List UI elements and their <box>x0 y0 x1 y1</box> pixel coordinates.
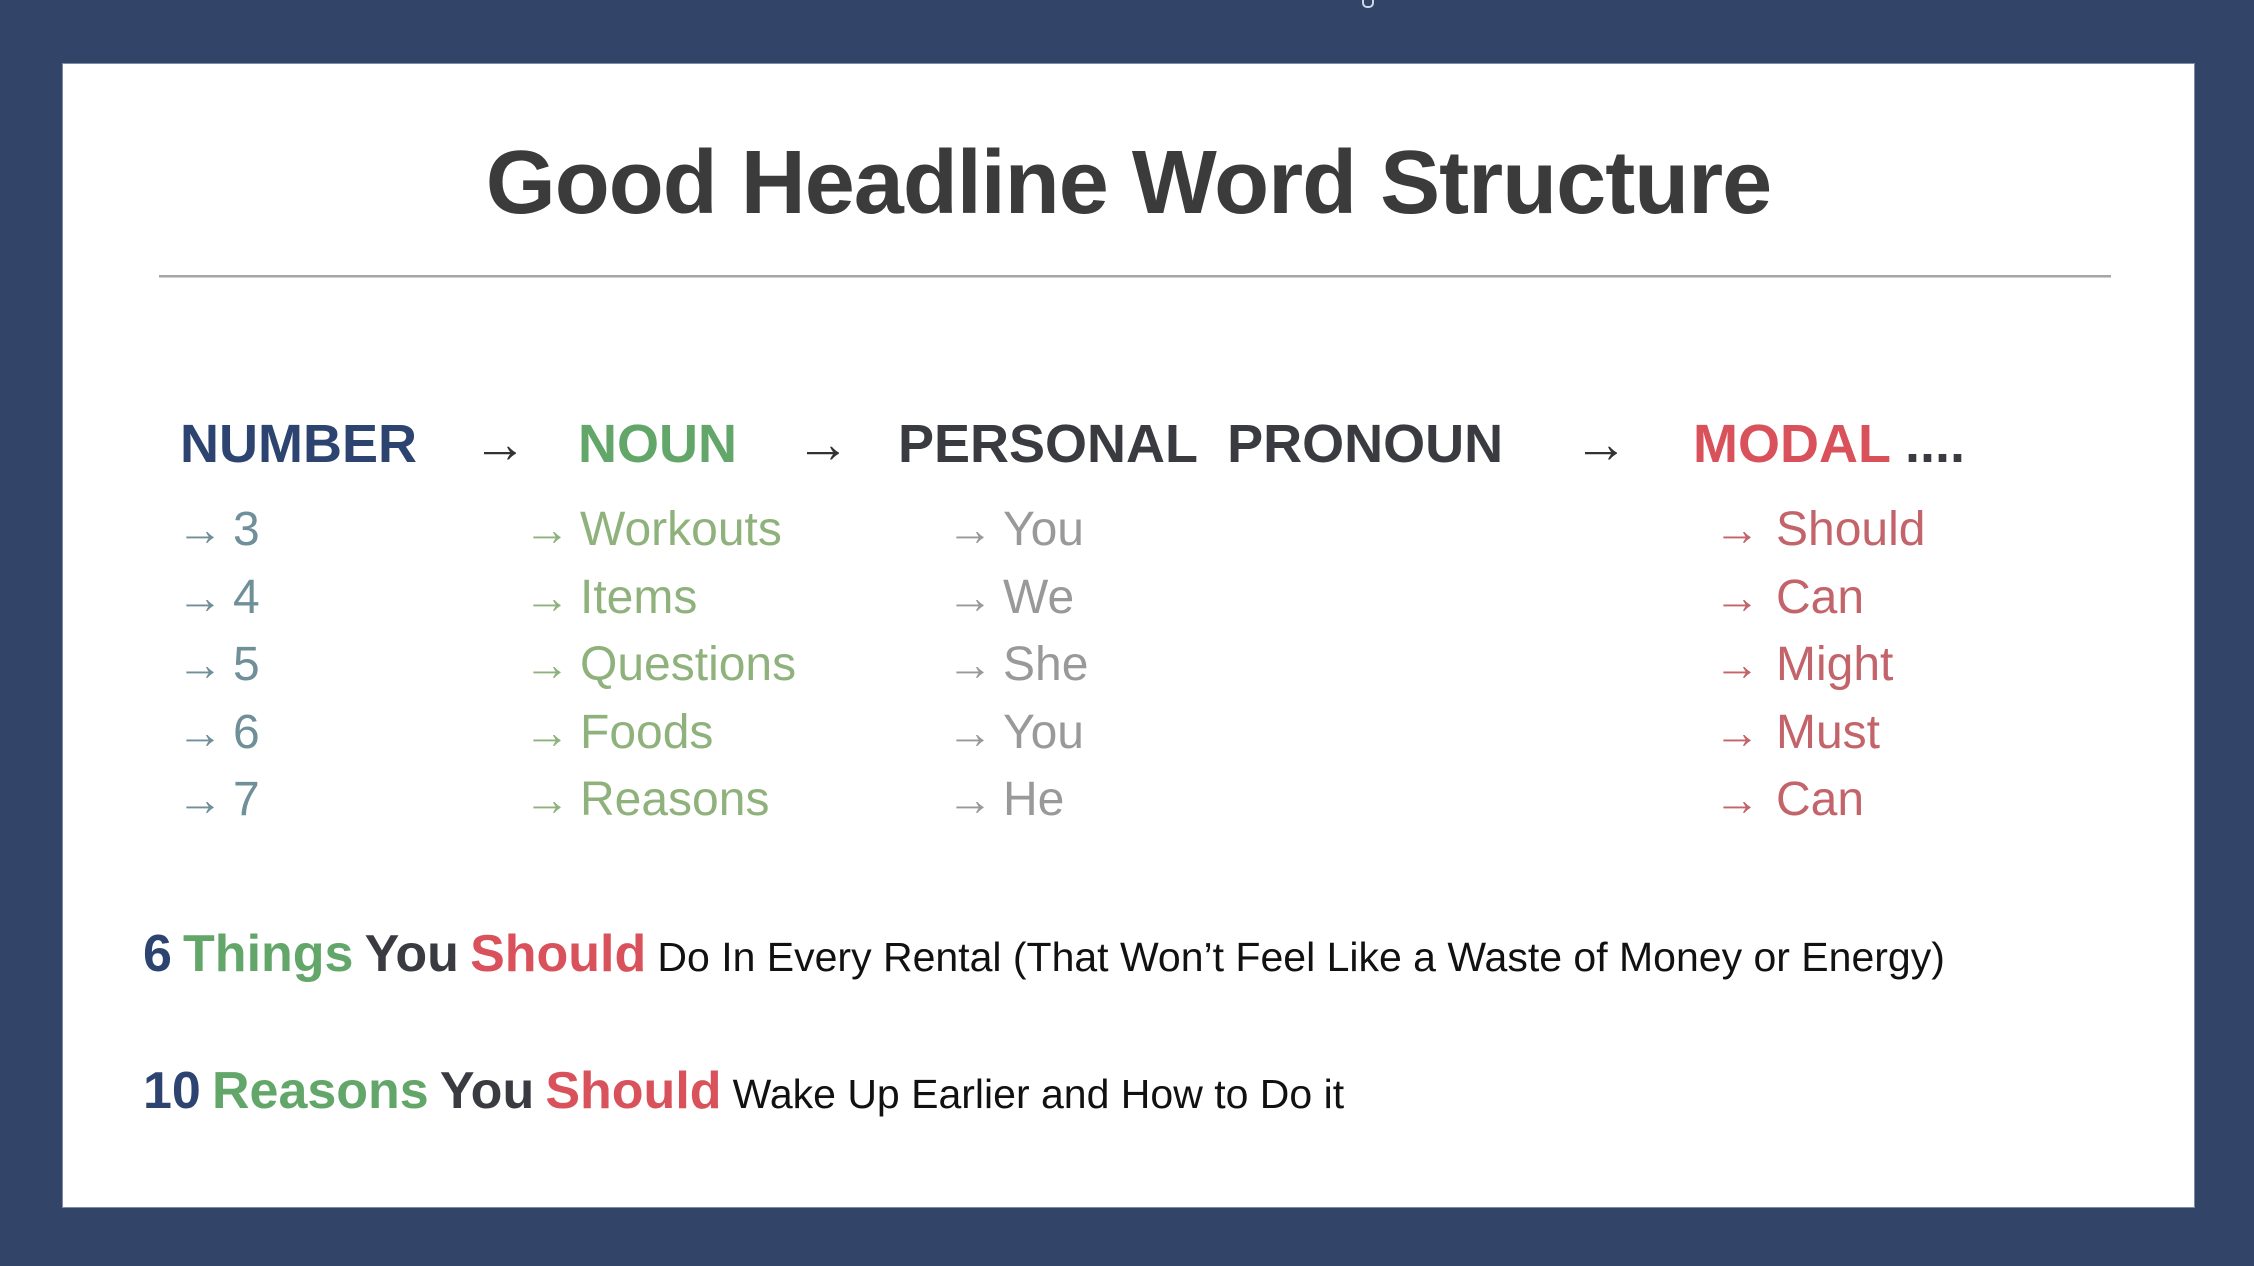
list-item-label: We <box>1003 570 1075 624</box>
header-modal-label: MODAL <box>1693 414 1891 474</box>
arrow-right-icon: → <box>177 773 223 825</box>
example-rest: Wake Up Earlier and How to Do it <box>732 1071 1345 1117</box>
list-item: → 6 <box>177 699 260 767</box>
list-item: → Reasons <box>524 766 796 834</box>
list-item-label: He <box>1003 773 1065 826</box>
arrow-right-icon: → <box>177 570 223 623</box>
arrow-right-icon: → <box>947 503 993 555</box>
arrow-right-icon: → <box>177 638 223 690</box>
example-noun: Reasons <box>211 1062 429 1120</box>
list-item-label: Questions <box>580 638 797 691</box>
list-item-label: 3 <box>233 503 260 556</box>
arrow-right-icon: → <box>1714 705 1760 758</box>
list-item-label: 4 <box>233 570 260 624</box>
arrow-right-icon: → <box>524 773 570 825</box>
arrow-right-icon: → <box>524 503 570 555</box>
header-modal: MODAL.... <box>1693 412 1965 476</box>
slide: Good Headline Word Structure NUMBER → NO… <box>63 64 2194 1207</box>
example-pronoun: You <box>439 1062 535 1120</box>
list-item: → Can <box>1714 564 1925 632</box>
list-item-label: 5 <box>233 638 260 691</box>
arrow-right-icon: → <box>947 570 993 623</box>
slide-title: Good Headline Word Structure <box>485 133 1772 233</box>
example-noun: Things <box>183 925 354 983</box>
list-item-label: Can <box>1776 773 1865 826</box>
list-item-label: Items <box>580 570 698 624</box>
list-item: → We <box>947 564 1088 632</box>
example-pronoun: You <box>364 925 459 983</box>
mouse-cursor-icon <box>1362 0 1374 8</box>
list-item-label: She <box>1003 638 1089 691</box>
list-item: → Items <box>524 564 796 632</box>
example-modal: Should <box>545 1062 722 1120</box>
arrow-right-icon: → <box>177 705 223 758</box>
header-personal-pronoun: PERSONAL PRONOUN <box>898 414 1504 474</box>
header-modal-ellipsis: .... <box>1904 414 1965 474</box>
arrow-right-icon: → <box>1714 503 1760 555</box>
arrow-right-icon: → <box>524 638 570 690</box>
modal-list: → Should → Can → Might → Must → Can <box>1714 496 1925 834</box>
list-item-label: Must <box>1776 705 1881 759</box>
list-item-label: Can <box>1776 570 1865 624</box>
title-divider <box>159 275 2111 277</box>
arrow-right-icon: → <box>796 414 850 474</box>
list-item: → 3 <box>177 496 260 564</box>
list-item-label: 7 <box>233 773 260 826</box>
list-item: → He <box>947 766 1088 834</box>
arrow-right-icon: → <box>1574 414 1628 474</box>
example-modal: Should <box>470 925 647 983</box>
list-item: → Questions <box>524 631 796 699</box>
arrow-right-icon: → <box>947 638 993 690</box>
arrow-right-icon: → <box>524 705 570 758</box>
list-item: → Can <box>1714 766 1925 834</box>
noun-list: → Workouts → Items → Questions → Foods → Reas… <box>524 496 796 834</box>
example-headline: 6 Things You Should Do In Every Rental (… <box>143 924 1945 984</box>
list-item-label: Might <box>1776 638 1894 691</box>
list-item-label: 6 <box>233 705 260 759</box>
example-number: 6 <box>143 925 172 983</box>
arrow-right-icon: → <box>947 705 993 758</box>
list-item-label: Workouts <box>580 503 782 556</box>
arrow-right-icon: → <box>1714 570 1760 623</box>
example-number: 10 <box>143 1062 201 1120</box>
list-item: → You <box>947 496 1088 564</box>
list-item-label: Reasons <box>580 773 770 826</box>
list-item-label: Should <box>1776 503 1926 556</box>
arrow-right-icon: → <box>177 503 223 555</box>
header-number: NUMBER <box>180 414 417 474</box>
number-list: → 3 → 4 → 5 → 6 → 7 <box>177 496 260 834</box>
personal-pronoun-list: → You → We → She → You → He <box>947 496 1088 834</box>
arrow-right-icon: → <box>1714 773 1760 825</box>
list-item: → Workouts <box>524 496 796 564</box>
arrow-right-icon: → <box>1714 638 1760 690</box>
list-item: → Might <box>1714 631 1925 699</box>
list-item: → Should <box>1714 496 1925 564</box>
list-item-label: You <box>1003 503 1084 556</box>
list-item: → Foods <box>524 699 796 767</box>
list-item: → Must <box>1714 699 1925 767</box>
list-item: → 5 <box>177 631 260 699</box>
list-item: → You <box>947 699 1088 767</box>
example-rest: Do In Every Rental (That Won’t Feel Like… <box>657 934 1945 980</box>
arrow-right-icon: → <box>473 414 527 474</box>
list-item: → She <box>947 631 1088 699</box>
list-item-label: You <box>1003 705 1084 759</box>
list-item: → 7 <box>177 766 260 834</box>
list-item-label: Foods <box>580 705 714 759</box>
list-item: → 4 <box>177 564 260 632</box>
example-headline: 10 Reasons You Should Wake Up Earlier an… <box>143 1061 1344 1121</box>
arrow-right-icon: → <box>524 570 570 623</box>
arrow-right-icon: → <box>947 773 993 825</box>
header-noun: NOUN <box>578 414 737 474</box>
